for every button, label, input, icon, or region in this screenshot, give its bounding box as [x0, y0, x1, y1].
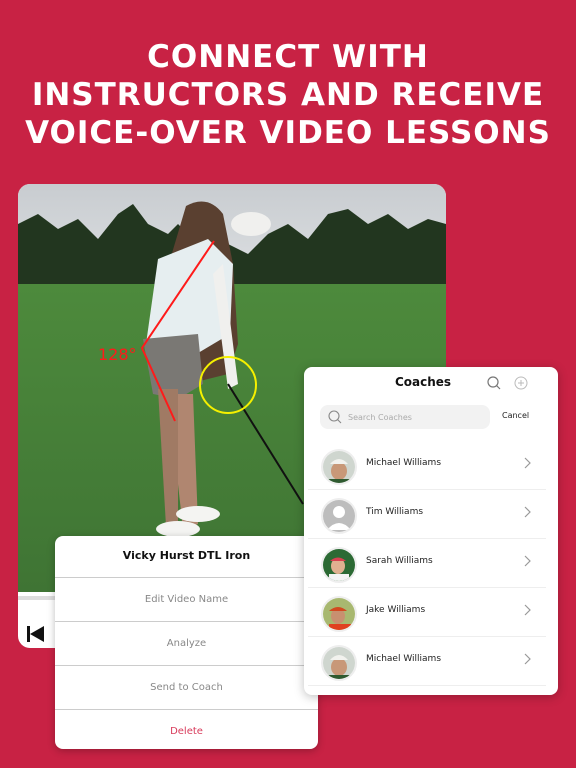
default-avatar-icon	[321, 498, 357, 534]
skip-back-icon[interactable]	[26, 624, 46, 644]
add-icon[interactable]	[514, 376, 528, 390]
chevron-right-icon	[524, 653, 531, 665]
cancel-button[interactable]: Cancel	[502, 411, 529, 420]
coach-name: Sarah Williams	[366, 556, 433, 566]
coaches-panel: Coaches Cancel Michael Williams	[304, 367, 558, 695]
edit-video-name-button[interactable]: Edit Video Name	[55, 578, 318, 622]
angle-label: 128°	[98, 345, 137, 364]
headline-line-1: CONNECT WITH	[147, 39, 429, 75]
coach-avatar	[321, 645, 357, 681]
coach-name: Jake Williams	[366, 605, 426, 615]
coach-avatar	[321, 449, 357, 485]
coach-name: Tim Williams	[366, 507, 424, 517]
search-coaches-field	[320, 405, 490, 429]
headline-line-3: VOICE-OVER VIDEO LESSONS	[25, 115, 551, 151]
chevron-right-icon	[524, 506, 531, 518]
headline: CONNECT WITH INSTRUCTORS AND RECEIVE VOI…	[0, 38, 576, 152]
analyze-button[interactable]: Analyze	[55, 622, 318, 666]
delete-button[interactable]: Delete	[55, 710, 318, 749]
coach-row[interactable]: Jake Williams	[308, 588, 546, 637]
coach-avatar	[321, 547, 357, 583]
coach-row[interactable]: Michael Williams	[308, 441, 546, 490]
chevron-right-icon	[524, 457, 531, 469]
chevron-right-icon	[524, 604, 531, 616]
send-to-coach-button[interactable]: Send to Coach	[55, 666, 318, 710]
chevron-right-icon	[524, 555, 531, 567]
coach-name: Michael Williams	[366, 654, 442, 664]
coach-list: Michael Williams Tim Williams Sarah Will…	[308, 441, 546, 686]
coaches-title: Coaches	[394, 375, 452, 389]
search-icon[interactable]	[487, 376, 501, 390]
video-action-sheet: Vicky Hurst DTL Iron Edit Video Name Ana…	[55, 536, 318, 749]
action-sheet-title: Vicky Hurst DTL Iron	[55, 536, 318, 578]
search-field-icon	[328, 410, 342, 424]
coach-avatar	[321, 596, 357, 632]
coach-row[interactable]: Sarah Williams	[308, 539, 546, 588]
headline-line-2: INSTRUCTORS AND RECEIVE	[31, 77, 545, 113]
coach-row[interactable]: Tim Williams	[308, 490, 546, 539]
coach-name: Michael Williams	[366, 458, 442, 468]
search-coaches-input[interactable]	[348, 405, 483, 429]
coach-row[interactable]: Michael Williams	[308, 637, 546, 686]
